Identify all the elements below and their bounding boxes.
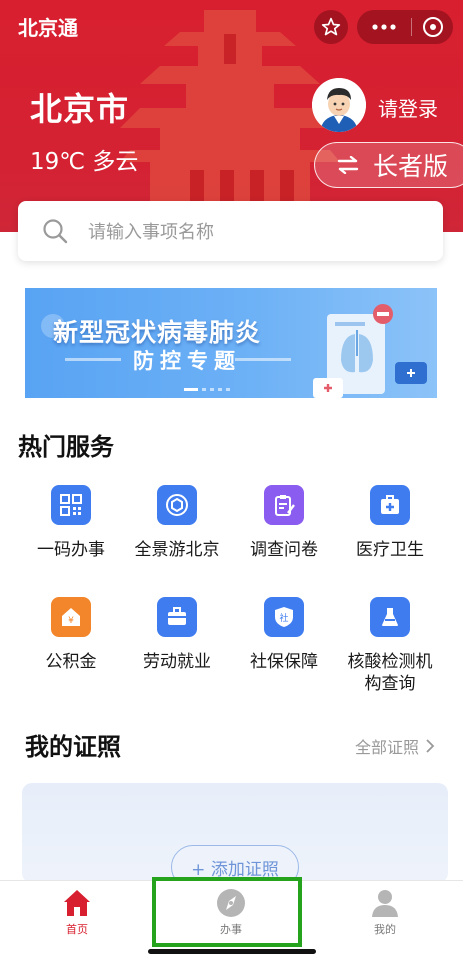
app-title: 北京通 [18,16,78,40]
service-label: 公积金 [45,652,97,672]
service-yima[interactable]: 一码办事 [21,485,121,561]
weather-text: 19℃ 多云 [30,149,139,175]
hot-services-title: 热门服务 [18,433,114,461]
covid-banner[interactable]: 新型冠状病毒肺炎 防控专题 [25,288,437,398]
certificates-title: 我的证照 [25,733,121,761]
qr-code-icon [51,485,91,525]
service-label: 核酸检测机构查询 [347,652,433,694]
login-link[interactable]: 请登录 [378,93,438,122]
tab-home[interactable]: 首页 [37,887,117,937]
briefcase-icon [157,597,197,637]
clipboard-pen-icon [264,485,304,525]
close-button[interactable] [412,16,453,38]
switch-arrows-icon [337,156,359,174]
service-label: 医疗卫生 [356,540,424,560]
user-icon [372,890,398,917]
close-circle-icon [422,17,443,37]
flask-icon [370,597,410,637]
service-label: 劳动就业 [143,652,211,672]
panorama-cube-icon [157,485,197,525]
service-employment[interactable]: 劳动就业 [127,597,227,673]
social-security-shield-icon: 社 [264,597,304,637]
favorite-button[interactable] [314,10,348,44]
elder-mode-button[interactable]: 长者版 [314,142,463,188]
carousel-indicator [184,388,230,391]
service-label: 社保保障 [250,652,318,672]
header-banner: 北京通 北京市 19℃ 多云 请登录 长者版 [0,0,463,232]
mini-program-capsule [357,10,453,44]
banner-line-right [235,358,291,361]
service-survey[interactable]: 调查问卷 [234,485,334,561]
service-social-security[interactable]: 社 社保保障 [234,597,334,673]
star-icon [321,17,341,36]
service-nucleic-test[interactable]: 核酸检测机构查询 [340,597,440,695]
more-button[interactable] [357,24,411,30]
avatar[interactable] [312,78,366,132]
service-label: 调查问卷 [250,540,318,560]
elder-mode-label: 长者版 [373,152,449,181]
all-certificates-label: 全部证照 [355,738,420,757]
service-label: 一码办事 [37,540,105,560]
banner-title: 新型冠状病毒肺炎 [53,318,262,347]
home-icon [64,890,90,916]
tab-mine[interactable]: 我的 [345,887,425,937]
medical-kit-icon [370,485,410,525]
pagoda-illustration [120,10,340,232]
highlight-box [152,877,302,947]
house-yuan-icon: ¥ [51,597,91,637]
user-avatar-icon [312,78,366,132]
all-certificates-link[interactable]: 全部证照 [355,734,435,758]
search-placeholder: 请输入事项名称 [88,222,214,243]
service-panorama[interactable]: 全景游北京 [127,485,227,561]
svg-text:¥: ¥ [68,616,74,626]
tab-mine-label: 我的 [374,923,396,936]
search-input[interactable]: 请输入事项名称 [18,201,443,261]
svg-text:社: 社 [279,612,288,624]
chevron-right-icon [426,739,435,753]
service-label: 全景游北京 [134,540,220,560]
service-medical[interactable]: 医疗卫生 [340,485,440,561]
more-dots-icon [372,24,396,30]
banner-line-left [65,358,121,361]
search-icon [43,219,68,244]
banner-subtitle: 防控专题 [133,349,241,373]
tab-home-label: 首页 [66,923,88,936]
service-fund[interactable]: ¥ 公积金 [21,597,121,673]
city-name: 北京市 [30,90,130,128]
lung-report-illustration [313,304,427,398]
home-indicator [148,949,316,954]
